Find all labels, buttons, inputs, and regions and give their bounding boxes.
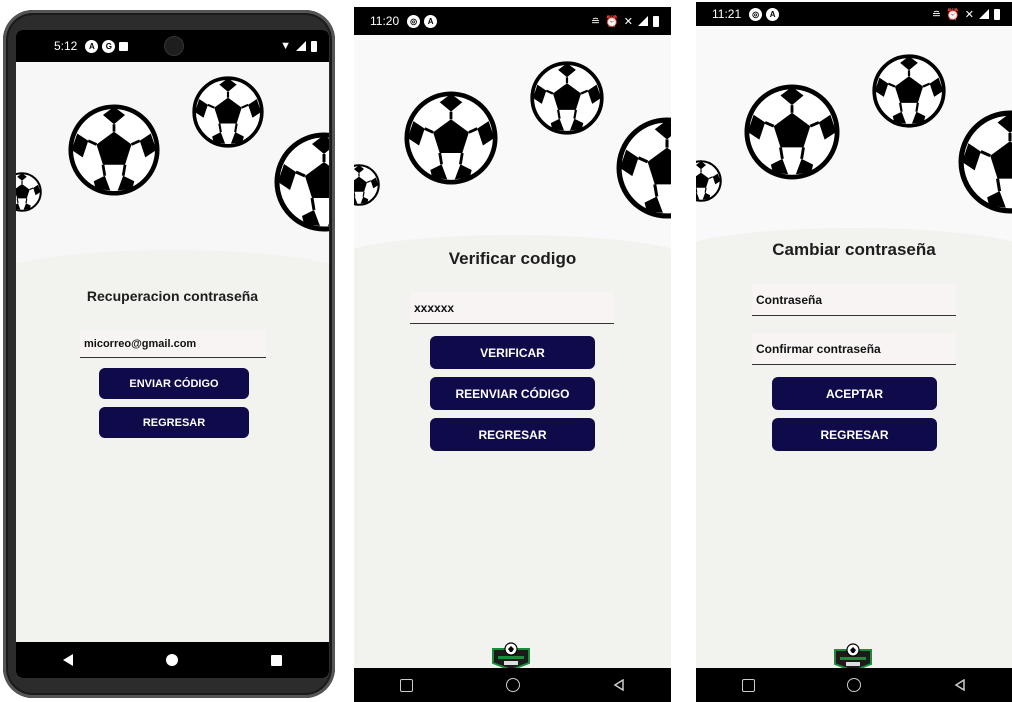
notification-icon: A <box>766 7 780 21</box>
status-time: 11:21 <box>712 7 742 21</box>
accept-button[interactable]: ACEPTAR <box>772 377 937 410</box>
notification-icon: G <box>102 39 116 53</box>
signal-icon <box>979 9 989 19</box>
page-title: Verificar codigo <box>448 249 577 268</box>
screen-change-password: 11:21 ◎ A ≘ ⏰ ✕ Cambiar contraseña Contr… <box>696 2 1012 702</box>
recents-nav-icon[interactable] <box>271 654 283 666</box>
back-button[interactable]: REGRESAR <box>430 418 595 451</box>
recents-nav-icon[interactable] <box>742 678 756 692</box>
battery-icon <box>994 8 1000 20</box>
password-input[interactable]: Contraseña <box>752 284 956 316</box>
soccer-ball-icon <box>872 54 946 128</box>
notification-icon: A <box>85 39 99 53</box>
status-bar: 5:12 A G ▼ <box>16 30 329 62</box>
soccer-ball-icon <box>354 157 380 213</box>
status-time: 11:20 <box>370 14 400 28</box>
send-code-button[interactable]: ENVIAR CÓDIGO <box>99 368 249 399</box>
soccer-ball-icon <box>68 104 160 196</box>
soccer-ball-icon <box>958 110 1012 214</box>
whatsapp-icon: ◎ <box>407 14 421 28</box>
back-nav-icon[interactable] <box>62 654 73 666</box>
signal-icon <box>638 16 648 26</box>
screen-password-recovery: 5:12 A G ▼ Recuperacion contraseña micor… <box>16 30 329 678</box>
status-right: ▼ <box>280 40 317 52</box>
battery-icon <box>311 40 317 52</box>
status-time: 5:12 <box>54 39 78 53</box>
hotspot-icon: ≘ <box>931 8 942 21</box>
soccer-ball-icon <box>744 84 840 180</box>
status-bar: 11:21 ◎ A ≘ ⏰ ✕ <box>696 2 1012 26</box>
back-button[interactable]: REGRESAR <box>99 407 249 438</box>
navigation-bar <box>696 668 1012 702</box>
battery-icon <box>653 15 659 27</box>
home-nav-icon[interactable] <box>165 654 178 666</box>
confirm-password-input[interactable]: Confirmar contraseña <box>752 333 956 365</box>
navigation-bar <box>354 668 671 702</box>
alarm-icon: ⏰ <box>946 8 960 21</box>
wifi-icon: ▼ <box>280 40 291 52</box>
soccer-ball-icon <box>16 162 42 222</box>
navigation-bar <box>16 642 329 678</box>
academy-logo <box>489 641 533 671</box>
resend-code-button[interactable]: REENVIAR CÓDIGO <box>430 377 595 410</box>
soccer-ball-icon <box>616 117 671 219</box>
soccer-ball-icon <box>696 152 722 210</box>
home-nav-icon[interactable] <box>505 678 520 692</box>
mute-icon: ✕ <box>623 15 633 28</box>
back-nav-icon[interactable] <box>613 679 625 691</box>
soccer-ball-icon <box>404 91 498 185</box>
front-camera <box>164 36 184 56</box>
alarm-icon: ⏰ <box>605 15 619 28</box>
signal-icon <box>296 41 306 51</box>
back-button[interactable]: REGRESAR <box>772 418 937 451</box>
soccer-ball-icon <box>530 61 604 135</box>
screen-verify-code: 11:20 ◎ A ≘ ⏰ ✕ Verificar codigo xxxxxx … <box>354 7 671 702</box>
soccer-ball-icon <box>274 132 329 232</box>
back-nav-icon[interactable] <box>954 679 966 691</box>
notification-icon: A <box>424 14 438 28</box>
page-title: Recuperacion contraseña <box>86 288 259 304</box>
status-bar: 11:20 ◎ A ≘ ⏰ ✕ <box>354 7 671 35</box>
verify-button[interactable]: VERIFICAR <box>430 336 595 369</box>
soccer-ball-icon <box>192 76 264 148</box>
content-panel <box>16 250 329 678</box>
code-input[interactable]: xxxxxx <box>410 292 614 324</box>
email-input[interactable]: micorreo@gmail.com <box>80 330 266 358</box>
recents-nav-icon[interactable] <box>400 678 414 692</box>
status-right: ≘ ⏰ ✕ <box>591 15 659 28</box>
whatsapp-icon: ◎ <box>749 7 763 21</box>
mute-icon: ✕ <box>964 8 974 21</box>
sd-card-icon <box>119 41 129 51</box>
home-nav-icon[interactable] <box>847 678 862 692</box>
hotspot-icon: ≘ <box>590 15 601 28</box>
page-title: Cambiar contraseña <box>772 240 936 259</box>
device-frame: 5:12 A G ▼ Recuperacion contraseña micor… <box>3 10 335 698</box>
status-right: ≘ ⏰ ✕ <box>932 8 1000 21</box>
